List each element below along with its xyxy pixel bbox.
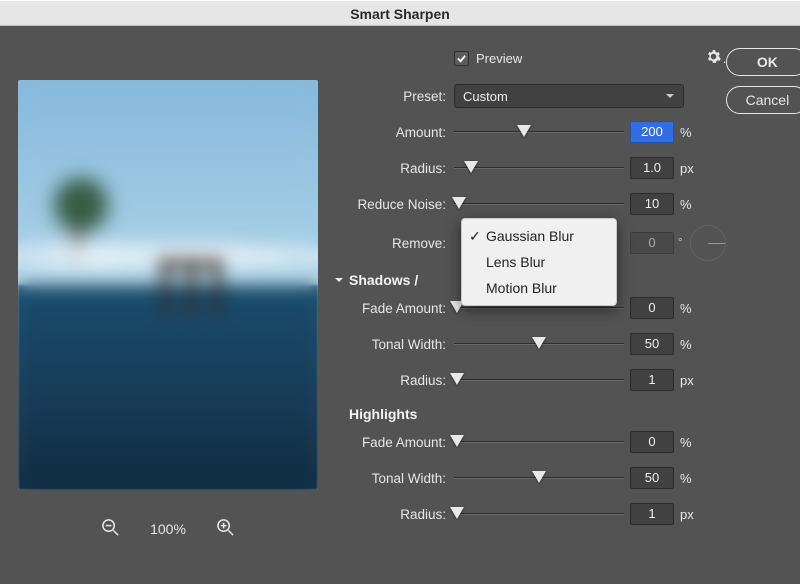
highlights-radius-label: Radius: xyxy=(328,507,454,522)
preset-label: Preset: xyxy=(328,89,454,104)
chevron-down-icon xyxy=(665,91,675,101)
radius-value[interactable]: 1.0 xyxy=(630,157,674,179)
amount-label: Amount: xyxy=(328,125,454,140)
highlights-fade-value[interactable]: 0 xyxy=(630,431,674,453)
shadows-tonal-slider[interactable] xyxy=(454,336,624,352)
shadows-fade-value[interactable]: 0 xyxy=(630,297,674,319)
preset-dropdown[interactable]: Custom xyxy=(454,84,684,108)
menu-item-motion-blur[interactable]: Motion Blur xyxy=(462,275,616,301)
preset-value: Custom xyxy=(463,89,508,104)
shadows-fade-label: Fade Amount: xyxy=(328,301,454,316)
reduce-noise-value[interactable]: 10 xyxy=(630,193,674,215)
chevron-down-icon xyxy=(334,275,344,285)
preview-checkbox[interactable] xyxy=(454,51,469,66)
radius-label: Radius: xyxy=(328,161,454,176)
reduce-noise-unit: % xyxy=(674,197,702,212)
zoom-in-icon[interactable] xyxy=(216,518,235,540)
highlights-radius-slider[interactable] xyxy=(454,506,624,522)
zoom-level: 100% xyxy=(150,521,186,537)
menu-item-lens-blur[interactable]: Lens Blur xyxy=(462,249,616,275)
highlights-fade-slider[interactable] xyxy=(454,434,624,450)
amount-slider[interactable] xyxy=(454,124,624,140)
preview-label: Preview xyxy=(476,51,522,66)
shadows-tonal-value[interactable]: 50 xyxy=(630,333,674,355)
cancel-button[interactable]: Cancel xyxy=(726,86,800,114)
reduce-noise-slider[interactable] xyxy=(454,196,624,212)
highlights-section-header: Highlights xyxy=(349,406,726,422)
highlights-fade-label: Fade Amount: xyxy=(328,435,454,450)
amount-value[interactable]: 200 xyxy=(630,121,674,143)
reduce-noise-label: Reduce Noise: xyxy=(328,197,454,212)
angle-dial[interactable] xyxy=(690,225,726,261)
shadows-radius-value[interactable]: 1 xyxy=(630,369,674,391)
remove-dropdown-menu: ✓Gaussian Blur Lens Blur Motion Blur xyxy=(461,218,617,306)
highlights-tonal-label: Tonal Width: xyxy=(328,471,454,486)
remove-angle-value[interactable]: 0 xyxy=(630,232,674,254)
highlights-tonal-value[interactable]: 50 xyxy=(630,467,674,489)
menu-item-gaussian-blur[interactable]: ✓Gaussian Blur xyxy=(462,223,616,249)
dialog-title: Smart Sharpen xyxy=(0,0,800,26)
ok-button[interactable]: OK xyxy=(726,48,800,76)
highlights-radius-value[interactable]: 1 xyxy=(630,503,674,525)
highlights-tonal-slider[interactable] xyxy=(454,470,624,486)
remove-label: Remove: xyxy=(328,236,454,251)
radius-slider[interactable] xyxy=(454,160,624,176)
zoom-out-icon[interactable] xyxy=(101,518,120,540)
shadows-tonal-label: Tonal Width: xyxy=(328,337,454,352)
preview-image xyxy=(18,80,318,490)
shadows-radius-label: Radius: xyxy=(328,373,454,388)
settings-gear-icon[interactable] xyxy=(706,49,721,67)
degree-symbol: ° xyxy=(674,237,682,249)
amount-unit: % xyxy=(674,125,702,140)
shadows-radius-slider[interactable] xyxy=(454,372,624,388)
radius-unit: px xyxy=(674,161,702,176)
